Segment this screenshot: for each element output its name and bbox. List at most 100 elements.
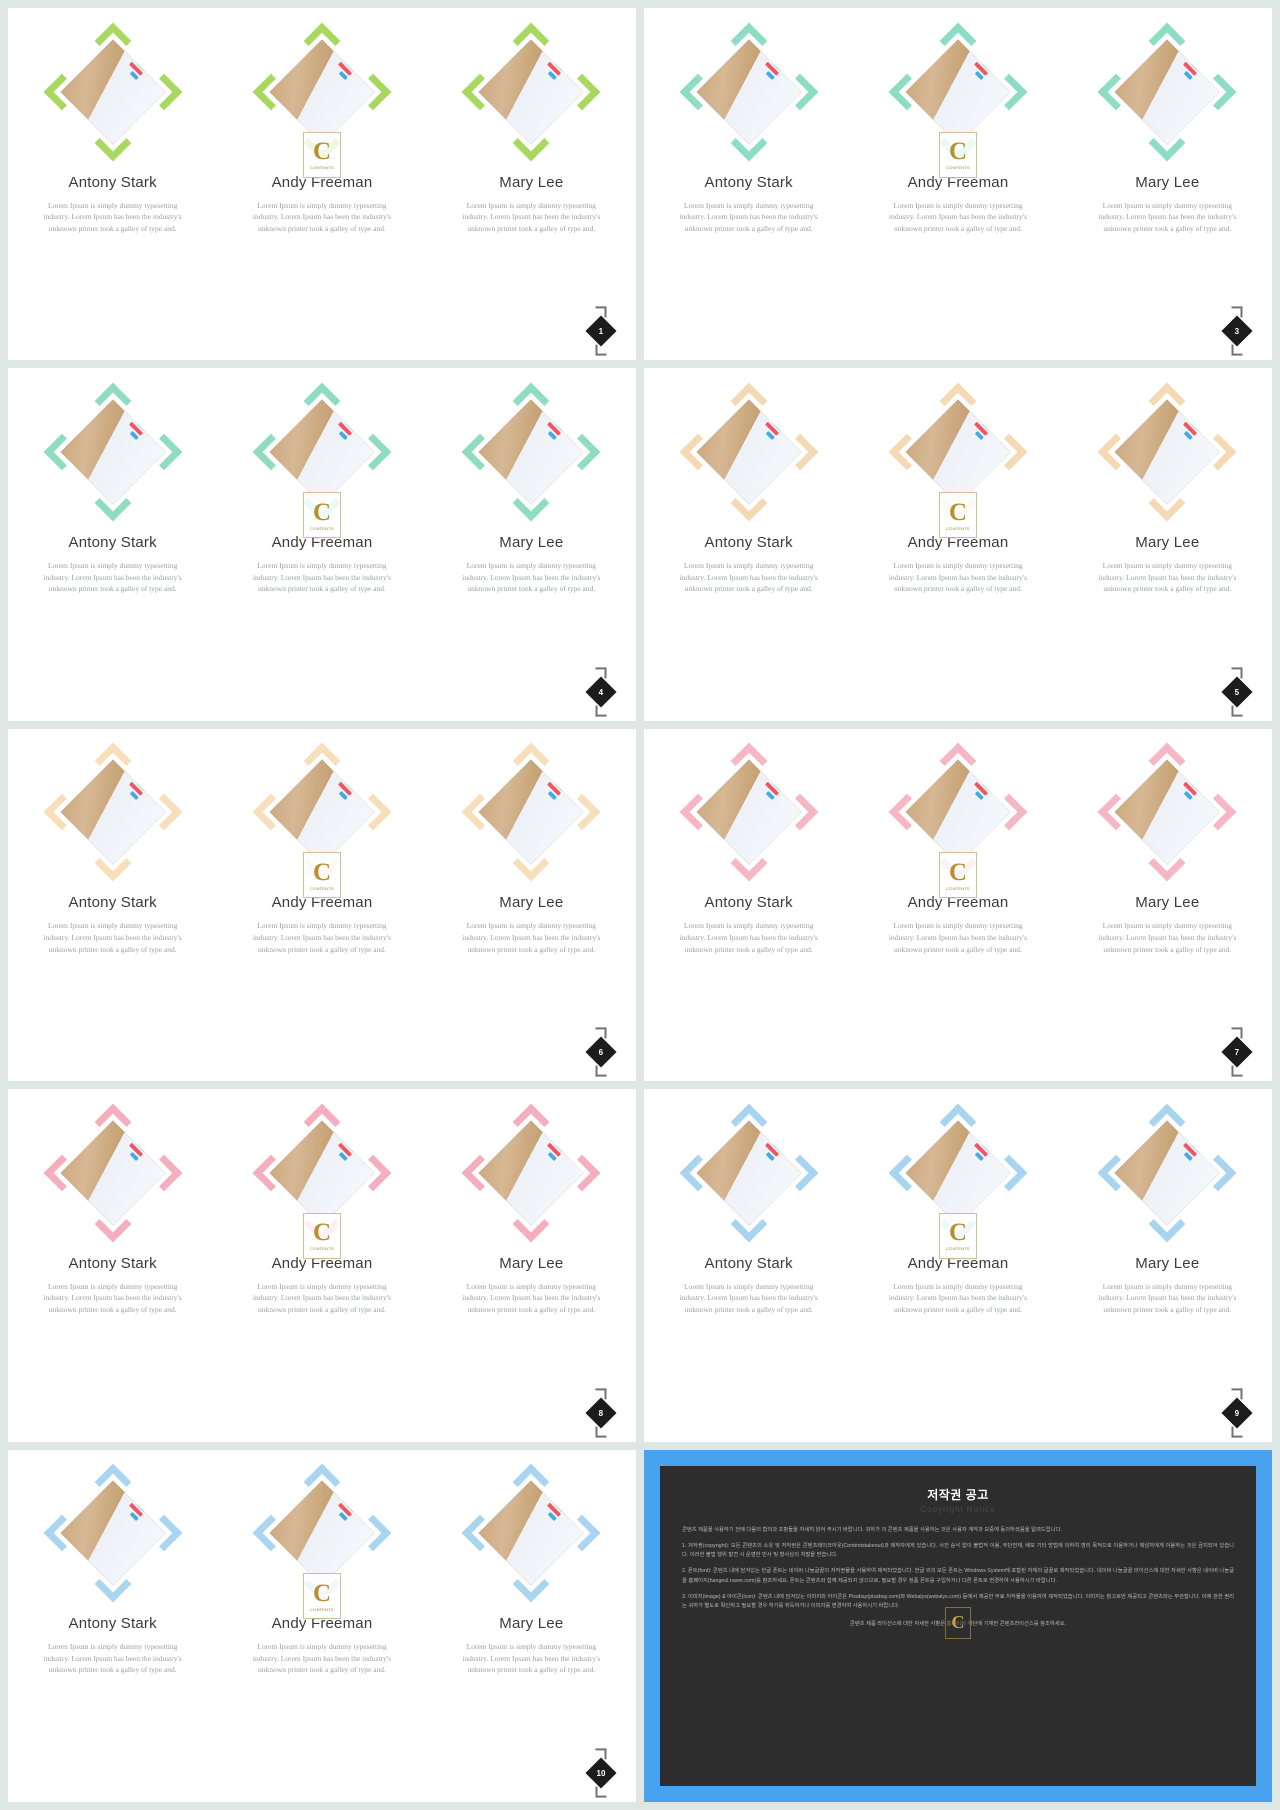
member-photo-frame[interactable]: C CONTENTS bbox=[888, 22, 1028, 178]
chart-bars-icon bbox=[1176, 762, 1214, 801]
team-member[interactable]: C CONTENTS Andy Freeman Lorem Ipsum is s… bbox=[861, 743, 1056, 955]
slide-thumbnail[interactable]: Antony Stark Lorem Ipsum is simply dummy… bbox=[8, 728, 636, 1082]
member-photo-frame[interactable] bbox=[43, 1463, 183, 1603]
photo-image bbox=[269, 1480, 375, 1586]
photo-image bbox=[60, 39, 165, 144]
member-photo-frame[interactable] bbox=[679, 22, 819, 161]
diamond-photo bbox=[478, 1120, 584, 1226]
diamond-photo bbox=[60, 399, 165, 505]
member-photo-frame[interactable] bbox=[43, 22, 183, 161]
team-member[interactable]: Antony Stark Lorem Ipsum is simply dummy… bbox=[651, 382, 846, 595]
slide-thumbnail[interactable]: Antony Stark Lorem Ipsum is simply dummy… bbox=[8, 8, 636, 361]
team-member[interactable]: Antony Stark Lorem Ipsum is simply dummy… bbox=[651, 1103, 846, 1316]
copyright-clause: 1. 저작권(copyright): 모든 콘텐츠의 소유 및 저작권은 콘텐츠… bbox=[682, 1542, 1234, 1559]
diamond-photo bbox=[1114, 760, 1220, 865]
watermark-letter: C bbox=[312, 1219, 332, 1247]
member-name: Antony Stark bbox=[68, 534, 157, 551]
member-photo-frame[interactable]: C CONTENTS bbox=[252, 1463, 392, 1620]
team-member[interactable]: Mary Lee Lorem Ipsum is simply dummy typ… bbox=[1070, 22, 1265, 235]
slide-thumbnail-grid: Antony Stark Lorem Ipsum is simply dummy… bbox=[0, 0, 1280, 1810]
team-member[interactable]: Mary Lee Lorem Ipsum is simply dummy typ… bbox=[434, 22, 629, 235]
team-member[interactable]: C CONTENTS Andy Freeman Lorem Ipsum is s… bbox=[225, 1463, 420, 1676]
member-photo-frame[interactable]: C CONTENTS bbox=[252, 743, 392, 899]
member-photo-frame[interactable]: C CONTENTS bbox=[252, 22, 392, 178]
member-name: Mary Lee bbox=[499, 1615, 564, 1633]
team-member[interactable]: Antony Stark Lorem Ipsum is simply dummy… bbox=[15, 22, 210, 235]
member-photo-frame[interactable]: C CONTENTS bbox=[888, 743, 1028, 899]
member-photo-frame[interactable]: C CONTENTS bbox=[888, 382, 1028, 538]
team-member[interactable]: Mary Lee Lorem Ipsum is simply dummy typ… bbox=[1070, 743, 1265, 955]
member-description: Lorem Ipsum is simply dummy typesetting … bbox=[888, 921, 1028, 954]
team-member[interactable]: C CONTENTS Andy Freeman Lorem Ipsum is s… bbox=[225, 382, 420, 595]
slide-thumbnail[interactable]: Antony Stark Lorem Ipsum is simply dummy… bbox=[8, 368, 636, 721]
member-photo-frame[interactable] bbox=[461, 382, 601, 522]
photo-image bbox=[905, 760, 1011, 865]
member-description: Lorem Ipsum is simply dummy typesetting … bbox=[462, 200, 601, 233]
diamond-photo bbox=[60, 39, 165, 144]
team-member[interactable]: C CONTENTS Andy Freeman Lorem Ipsum is s… bbox=[225, 743, 420, 955]
slide-thumbnail[interactable]: Antony Stark Lorem Ipsum is simply dummy… bbox=[644, 368, 1272, 721]
member-photo-frame[interactable] bbox=[1097, 382, 1237, 522]
member-photo-frame[interactable] bbox=[679, 743, 819, 882]
chart-bars-icon bbox=[1176, 1123, 1214, 1161]
team-row: Antony Stark Lorem Ipsum is simply dummy… bbox=[8, 382, 636, 595]
member-name: Antony Stark bbox=[704, 173, 793, 191]
team-member[interactable]: Antony Stark Lorem Ipsum is simply dummy… bbox=[15, 743, 210, 955]
copyright-slide[interactable]: 저작권 공고 Copyright Notice 콘텐츠 제품을 사용하기 전에 … bbox=[644, 1449, 1272, 1802]
page-number-badge: 6 bbox=[585, 1036, 617, 1068]
team-member[interactable]: Mary Lee Lorem Ipsum is simply dummy typ… bbox=[1070, 1103, 1265, 1316]
member-photo-frame[interactable] bbox=[1097, 1103, 1237, 1243]
member-photo-frame[interactable] bbox=[43, 743, 183, 882]
team-member[interactable]: Mary Lee Lorem Ipsum is simply dummy typ… bbox=[434, 1103, 629, 1316]
team-member[interactable]: Mary Lee Lorem Ipsum is simply dummy typ… bbox=[434, 1463, 629, 1676]
team-member[interactable]: Mary Lee Lorem Ipsum is simply dummy typ… bbox=[434, 743, 629, 955]
team-member[interactable]: C CONTENTS Andy Freeman Lorem Ipsum is s… bbox=[861, 22, 1056, 235]
member-photo-frame[interactable] bbox=[461, 1463, 601, 1603]
team-member[interactable]: Antony Stark Lorem Ipsum is simply dummy… bbox=[651, 743, 846, 955]
slide-thumbnail[interactable]: Antony Stark Lorem Ipsum is simply dummy… bbox=[8, 1089, 636, 1442]
member-photo-frame[interactable] bbox=[461, 743, 601, 882]
member-photo-frame[interactable] bbox=[461, 22, 601, 161]
diamond-photo bbox=[60, 760, 165, 865]
member-photo-frame[interactable] bbox=[679, 382, 819, 522]
watermark-letter: C bbox=[948, 138, 968, 166]
watermark-letter: C bbox=[948, 858, 968, 886]
photo-image bbox=[478, 39, 584, 144]
slide-thumbnail[interactable]: Antony Stark Lorem Ipsum is simply dummy… bbox=[644, 8, 1272, 361]
member-photo-frame[interactable] bbox=[43, 382, 183, 522]
slide-thumbnail[interactable]: Antony Stark Lorem Ipsum is simply dummy… bbox=[8, 1449, 636, 1802]
member-photo-frame[interactable] bbox=[43, 1103, 183, 1243]
member-photo-frame[interactable]: C CONTENTS bbox=[888, 1103, 1028, 1259]
team-row: Antony Stark Lorem Ipsum is simply dummy… bbox=[8, 743, 636, 955]
slide-thumbnail[interactable]: Antony Stark Lorem Ipsum is simply dummy… bbox=[644, 728, 1272, 1082]
team-member[interactable]: C CONTENTS Andy Freeman Lorem Ipsum is s… bbox=[861, 382, 1056, 595]
team-member[interactable]: Antony Stark Lorem Ipsum is simply dummy… bbox=[15, 1103, 210, 1316]
member-photo-frame[interactable]: C CONTENTS bbox=[252, 382, 392, 538]
member-photo-frame[interactable] bbox=[1097, 22, 1237, 161]
member-photo-frame[interactable]: C CONTENTS bbox=[252, 1103, 392, 1259]
member-photo-frame[interactable] bbox=[679, 1103, 819, 1243]
member-description: Lorem Ipsum is simply dummy typesetting … bbox=[888, 561, 1028, 594]
member-photo-frame[interactable] bbox=[1097, 743, 1237, 882]
team-member[interactable]: Mary Lee Lorem Ipsum is simply dummy typ… bbox=[434, 382, 629, 595]
team-member[interactable]: Antony Stark Lorem Ipsum is simply dummy… bbox=[651, 22, 846, 235]
member-description: Lorem Ipsum is simply dummy typesetting … bbox=[679, 1281, 818, 1315]
watermark-subtext: CONTENTS bbox=[310, 165, 334, 171]
member-name: Mary Lee bbox=[499, 173, 564, 191]
team-member[interactable]: C CONTENTS Andy Freeman Lorem Ipsum is s… bbox=[225, 22, 420, 235]
team-row: Antony Stark Lorem Ipsum is simply dummy… bbox=[8, 22, 636, 235]
member-photo-frame[interactable] bbox=[461, 1103, 601, 1243]
team-member[interactable]: C CONTENTS Andy Freeman Lorem Ipsum is s… bbox=[861, 1103, 1056, 1316]
team-member[interactable]: C CONTENTS Andy Freeman Lorem Ipsum is s… bbox=[225, 1103, 420, 1316]
team-member[interactable]: Mary Lee Lorem Ipsum is simply dummy typ… bbox=[1070, 382, 1265, 595]
member-description: Lorem Ipsum is simply dummy typesetting … bbox=[1098, 200, 1237, 233]
member-description: Lorem Ipsum is simply dummy typesetting … bbox=[679, 921, 818, 954]
page-number-badge: 1 bbox=[585, 315, 617, 347]
member-description: Lorem Ipsum is simply dummy typesetting … bbox=[43, 1642, 182, 1675]
team-member[interactable]: Antony Stark Lorem Ipsum is simply dummy… bbox=[15, 382, 210, 595]
chart-bars-icon bbox=[122, 1483, 160, 1522]
team-member[interactable]: Antony Stark Lorem Ipsum is simply dummy… bbox=[15, 1463, 210, 1676]
slide-thumbnail[interactable]: Antony Stark Lorem Ipsum is simply dummy… bbox=[644, 1089, 1272, 1442]
chart-bars-icon bbox=[758, 42, 796, 80]
copyright-watermark: C bbox=[945, 1606, 971, 1639]
